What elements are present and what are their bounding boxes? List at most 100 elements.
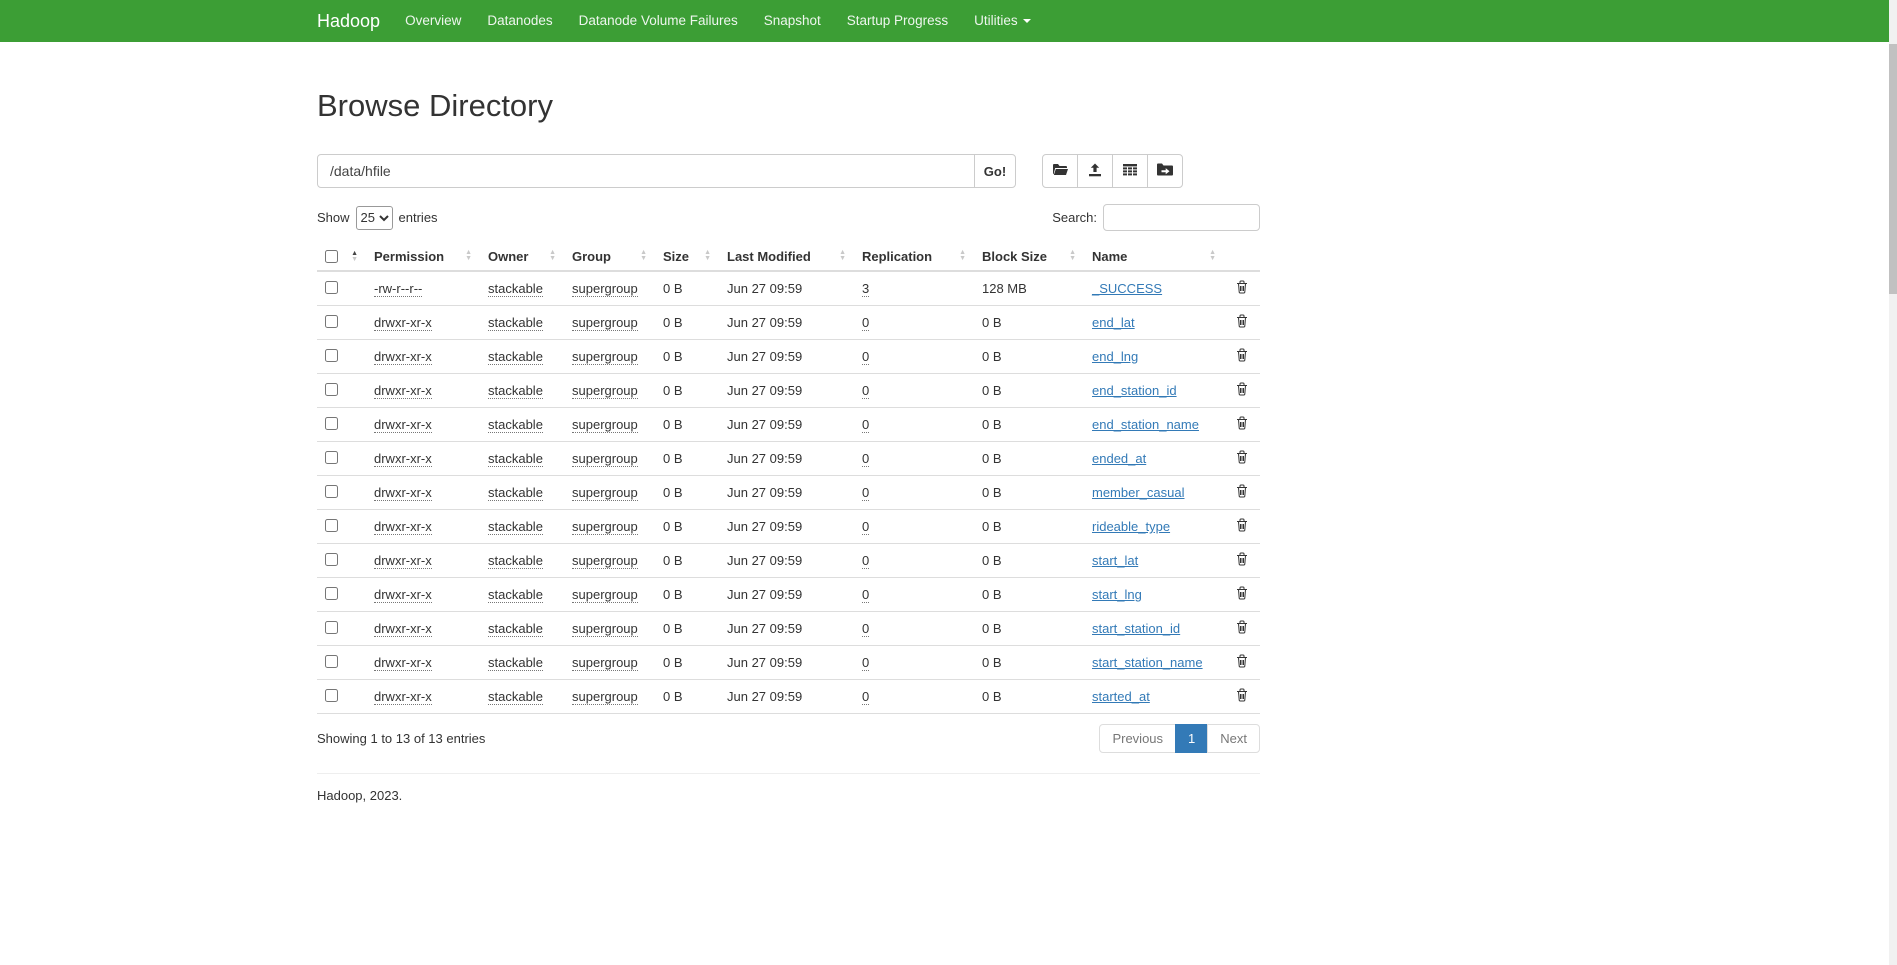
row-select-cell bbox=[317, 306, 366, 340]
select-all-checkbox[interactable] bbox=[325, 250, 338, 263]
header-label: Owner bbox=[488, 249, 528, 264]
file-link[interactable]: started_at bbox=[1092, 689, 1150, 704]
trash-icon[interactable] bbox=[1236, 552, 1248, 569]
sort-icon[interactable]: ▲▼ bbox=[549, 250, 556, 262]
upload-files-button[interactable] bbox=[1077, 154, 1113, 188]
header-block-size[interactable]: Block Size ▲▼ bbox=[974, 243, 1084, 271]
sort-icon[interactable]: ▲▼ bbox=[640, 250, 647, 262]
file-link[interactable]: member_casual bbox=[1092, 485, 1185, 500]
file-link[interactable]: end_station_id bbox=[1092, 383, 1177, 398]
trash-icon[interactable] bbox=[1236, 484, 1248, 501]
file-link[interactable]: end_lat bbox=[1092, 315, 1135, 330]
scrollbar-thumb[interactable] bbox=[1889, 44, 1897, 294]
replication-cell: 0 bbox=[854, 612, 974, 646]
row-checkbox[interactable] bbox=[325, 485, 338, 498]
trash-icon[interactable] bbox=[1236, 280, 1248, 297]
row-checkbox[interactable] bbox=[325, 315, 338, 328]
file-link[interactable]: start_station_id bbox=[1092, 621, 1180, 636]
scrollbar[interactable] bbox=[1889, 0, 1897, 965]
directory-path-input[interactable] bbox=[317, 154, 975, 188]
page-length-select[interactable]: 25 bbox=[356, 206, 393, 230]
sort-icon[interactable]: ▲▼ bbox=[465, 250, 472, 262]
header-owner[interactable]: Owner ▲▼ bbox=[480, 243, 564, 271]
trash-icon[interactable] bbox=[1236, 620, 1248, 637]
header-replication[interactable]: Replication▲▼ bbox=[854, 243, 974, 271]
permission-cell: drwxr-xr-x bbox=[366, 578, 480, 612]
header-name[interactable]: Name▲▼ bbox=[1084, 243, 1224, 271]
row-select-cell bbox=[317, 544, 366, 578]
replication-cell: 0 bbox=[854, 408, 974, 442]
trash-icon[interactable] bbox=[1236, 450, 1248, 467]
header-group[interactable]: Group▲▼ bbox=[564, 243, 655, 271]
file-link[interactable]: end_station_name bbox=[1092, 417, 1199, 432]
trash-icon[interactable] bbox=[1236, 314, 1248, 331]
trash-icon[interactable] bbox=[1236, 518, 1248, 535]
row-select-cell bbox=[317, 578, 366, 612]
file-link[interactable]: ended_at bbox=[1092, 451, 1146, 466]
brand-hadoop[interactable]: Hadoop bbox=[317, 0, 380, 42]
set-quota-button[interactable] bbox=[1112, 154, 1148, 188]
trash-icon[interactable] bbox=[1236, 688, 1248, 705]
file-link[interactable]: start_lng bbox=[1092, 587, 1142, 602]
file-link[interactable]: _SUCCESS bbox=[1092, 281, 1162, 296]
file-link[interactable]: start_lat bbox=[1092, 553, 1138, 568]
header-label: Block Size bbox=[982, 249, 1047, 264]
block-size-cell: 128 MB bbox=[974, 271, 1084, 306]
last-modified-cell: Jun 27 09:59 bbox=[719, 476, 854, 510]
file-link[interactable]: start_station_name bbox=[1092, 655, 1203, 670]
trash-icon[interactable] bbox=[1236, 654, 1248, 671]
header-last-modified[interactable]: Last Modified▲▼ bbox=[719, 243, 854, 271]
header-size[interactable]: Size▲▼ bbox=[655, 243, 719, 271]
search-label: Search: bbox=[1052, 210, 1097, 225]
sort-icon[interactable]: ▲▼ bbox=[1209, 250, 1216, 262]
name-cell: start_station_name bbox=[1084, 646, 1224, 680]
owner-cell: stackable bbox=[480, 510, 564, 544]
sort-icon[interactable]: ▲▼ bbox=[704, 250, 711, 262]
block-size-cell: 0 B bbox=[974, 442, 1084, 476]
trash-icon[interactable] bbox=[1236, 586, 1248, 603]
nav-item-utilities[interactable]: Utilities bbox=[961, 0, 1044, 42]
table-row: drwxr-xr-x stackable supergroup 0 B Jun … bbox=[317, 612, 1260, 646]
file-link[interactable]: end_lng bbox=[1092, 349, 1138, 364]
row-checkbox[interactable] bbox=[325, 383, 338, 396]
actions-cell bbox=[1224, 510, 1260, 544]
search-input[interactable] bbox=[1103, 204, 1260, 231]
row-checkbox[interactable] bbox=[325, 587, 338, 600]
name-cell: member_casual bbox=[1084, 476, 1224, 510]
next-page-button[interactable]: Next bbox=[1207, 724, 1260, 753]
trash-icon[interactable] bbox=[1236, 416, 1248, 433]
name-cell: start_station_id bbox=[1084, 612, 1224, 646]
create-directory-button[interactable] bbox=[1042, 154, 1078, 188]
page-1-button[interactable]: 1 bbox=[1175, 724, 1208, 753]
row-checkbox[interactable] bbox=[325, 655, 338, 668]
owner-cell: stackable bbox=[480, 612, 564, 646]
nav-item-datanode-volume-failures[interactable]: Datanode Volume Failures bbox=[566, 0, 751, 42]
nav-item-datanodes[interactable]: Datanodes bbox=[474, 0, 565, 42]
nav-item-snapshot[interactable]: Snapshot bbox=[751, 0, 834, 42]
row-checkbox[interactable] bbox=[325, 621, 338, 634]
table-row: drwxr-xr-x stackable supergroup 0 B Jun … bbox=[317, 340, 1260, 374]
move-to-button[interactable] bbox=[1147, 154, 1183, 188]
row-select-cell bbox=[317, 476, 366, 510]
sort-icon[interactable]: ▲▼ bbox=[1069, 250, 1076, 262]
table-footer: Showing 1 to 13 of 13 entries Previous 1… bbox=[317, 724, 1260, 753]
row-checkbox[interactable] bbox=[325, 519, 338, 532]
row-checkbox[interactable] bbox=[325, 451, 338, 464]
row-checkbox[interactable] bbox=[325, 553, 338, 566]
row-checkbox[interactable] bbox=[325, 417, 338, 430]
row-checkbox[interactable] bbox=[325, 281, 338, 294]
nav-item-overview[interactable]: Overview bbox=[392, 0, 474, 42]
actions-cell bbox=[1224, 680, 1260, 714]
sort-icon[interactable]: ▲▼ bbox=[839, 250, 846, 262]
trash-icon[interactable] bbox=[1236, 382, 1248, 399]
trash-icon[interactable] bbox=[1236, 348, 1248, 365]
previous-page-button[interactable]: Previous bbox=[1099, 724, 1176, 753]
row-checkbox[interactable] bbox=[325, 689, 338, 702]
file-link[interactable]: rideable_type bbox=[1092, 519, 1170, 534]
nav-item-startup-progress[interactable]: Startup Progress bbox=[834, 0, 961, 42]
sort-icon[interactable]: ▲▼ bbox=[959, 250, 966, 262]
sort-icon[interactable]: ▲▼ bbox=[351, 251, 358, 263]
header-permission[interactable]: Permission▲▼ bbox=[366, 243, 480, 271]
row-checkbox[interactable] bbox=[325, 349, 338, 362]
go-button[interactable]: Go! bbox=[974, 154, 1016, 188]
